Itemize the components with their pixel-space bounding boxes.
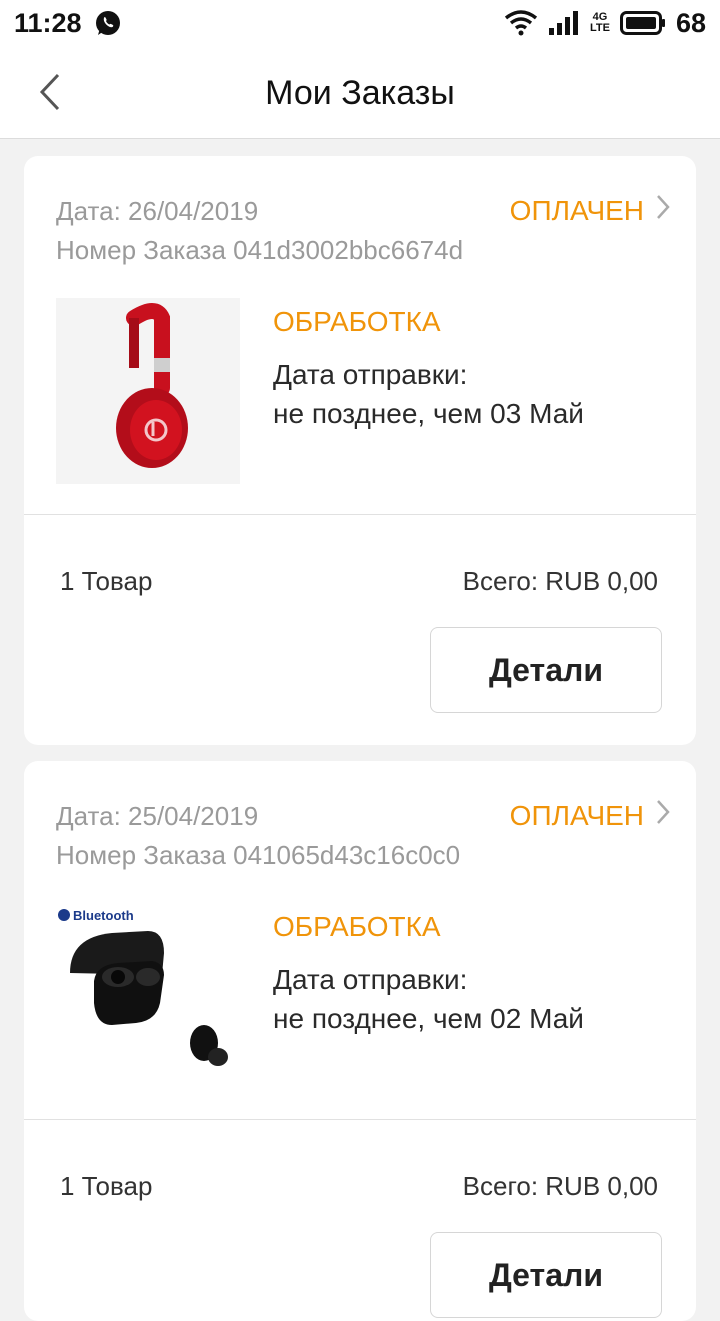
status-bar: 11:28 4G LTE 68 bbox=[0, 0, 720, 46]
signal-icon bbox=[548, 10, 580, 36]
card-divider bbox=[24, 514, 696, 515]
payment-status: ОПЛАЧЕН bbox=[509, 194, 644, 226]
order-number: Номер Заказа 041d3002bbc6674d bbox=[56, 235, 464, 265]
payment-status: ОПЛАЧЕН bbox=[509, 799, 644, 831]
ship-date-value: не позднее, чем 02 Май bbox=[273, 1003, 584, 1034]
order-date: Дата: 26/04/2019 bbox=[56, 196, 259, 226]
order-number: Номер Заказа 041065d43c16c0c0 bbox=[56, 840, 461, 870]
order-total: Всего: RUB 0,00 bbox=[462, 1171, 658, 1201]
status-bar-right: 4G LTE 68 bbox=[504, 8, 706, 39]
battery-icon bbox=[619, 11, 666, 35]
product-image[interactable] bbox=[56, 298, 240, 484]
ship-date-label: Дата отправки: bbox=[273, 964, 468, 995]
image-caption: Bluetooth bbox=[73, 908, 134, 923]
whatsapp-icon bbox=[94, 9, 122, 37]
status-bar-left: 11:28 bbox=[14, 8, 122, 39]
ship-date-value: не позднее, чем 03 Май bbox=[273, 398, 584, 429]
clock: 11:28 bbox=[14, 7, 82, 38]
processing-status: ОБРАБОТКА bbox=[273, 911, 441, 942]
bluetooth-earbuds-icon: Bluetooth bbox=[56, 903, 240, 1089]
details-button[interactable]: Детали bbox=[430, 627, 662, 713]
red-headphones-icon bbox=[56, 298, 240, 484]
payment-status-link[interactable]: ОПЛАЧЕН bbox=[510, 194, 670, 227]
battery-level: 68 bbox=[675, 7, 706, 38]
item-count: 1 Товар bbox=[60, 566, 153, 596]
ship-date-label: Дата отправки: bbox=[273, 359, 468, 390]
payment-status-link[interactable]: ОПЛАЧЕН bbox=[510, 799, 670, 832]
order-date: Дата: 25/04/2019 bbox=[56, 801, 259, 831]
order-card: Дата: 26/04/2019 Номер Заказа 041d3002bb… bbox=[24, 156, 696, 745]
item-count: 1 Товар bbox=[60, 1171, 153, 1201]
order-total: Всего: RUB 0,00 bbox=[462, 566, 658, 596]
chevron-right-icon bbox=[656, 194, 670, 227]
details-button[interactable]: Детали bbox=[430, 1232, 662, 1318]
chevron-right-icon bbox=[656, 799, 670, 832]
network-type: 4G LTE bbox=[590, 12, 610, 34]
page-title: Мои Заказы bbox=[265, 74, 455, 112]
processing-status: ОБРАБОТКА bbox=[273, 306, 441, 337]
network-lte-label: LTE bbox=[589, 22, 610, 34]
product-image[interactable]: Bluetooth bbox=[56, 903, 240, 1089]
wifi-icon bbox=[504, 10, 538, 36]
order-card: Дата: 25/04/2019 Номер Заказа 041065d43c… bbox=[24, 761, 696, 1321]
card-divider bbox=[24, 1119, 696, 1120]
app-header: Мои Заказы bbox=[0, 46, 720, 139]
